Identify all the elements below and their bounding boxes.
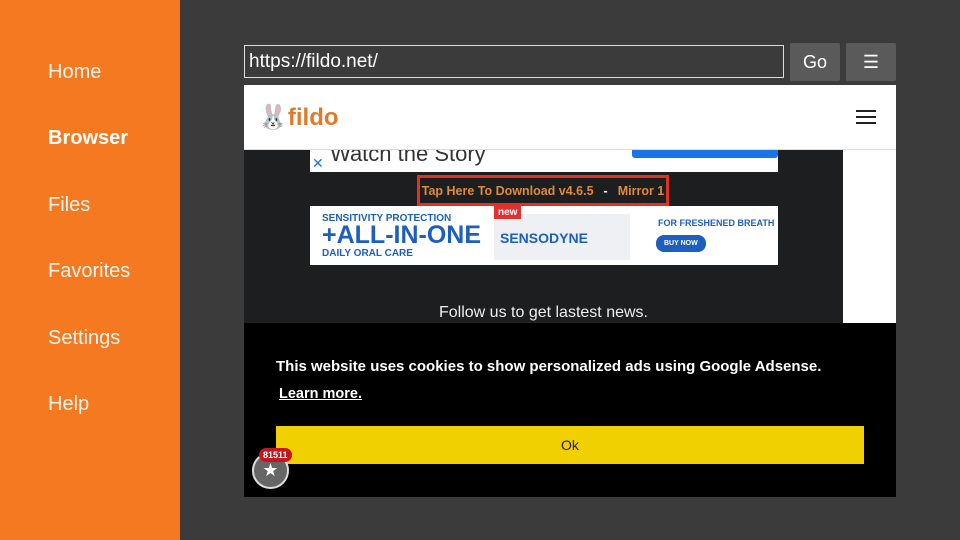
- ad-buy-button[interactable]: BUY NOW: [656, 235, 706, 252]
- logo-text: fildo: [287, 104, 339, 131]
- hamburger-icon[interactable]: [856, 110, 876, 128]
- site-header: 🐰fildo: [244, 85, 896, 150]
- cart-badge: 81511: [259, 448, 292, 462]
- mirror-link[interactable]: Mirror 1: [618, 184, 665, 198]
- sidebar: Home Browser Files Favorites Settings He…: [0, 0, 180, 540]
- ad-banner-top[interactable]: ✕ Watch the Story: [310, 150, 778, 172]
- ad-button[interactable]: [632, 150, 778, 158]
- side-strip: [843, 150, 896, 323]
- learn-more-link[interactable]: Learn more.: [279, 386, 362, 402]
- ad-product: SENSODYNE: [494, 214, 630, 260]
- sidebar-item-files[interactable]: Files: [48, 194, 90, 217]
- download-link[interactable]: Tap Here To Download v4.6.5: [422, 184, 594, 198]
- sidebar-item-help[interactable]: Help: [48, 393, 89, 416]
- url-input[interactable]: https://fildo.net/: [244, 45, 784, 78]
- menu-icon[interactable]: ☰: [846, 43, 896, 81]
- sidebar-item-browser[interactable]: Browser: [48, 127, 128, 150]
- go-button[interactable]: Go: [790, 43, 840, 81]
- separator: -: [603, 183, 608, 198]
- sidebar-item-settings[interactable]: Settings: [48, 327, 120, 350]
- cookie-text: This website uses cookies to show person…: [276, 358, 822, 375]
- ad-text: Watch the Story: [330, 150, 486, 166]
- close-icon[interactable]: ✕: [312, 155, 324, 172]
- download-box: Tap Here To Download v4.6.5 - Mirror 1: [417, 175, 669, 206]
- ad-new-badge: new: [494, 206, 522, 219]
- cookie-banner: This website uses cookies to show person…: [244, 323, 896, 497]
- fildo-logo[interactable]: 🐰fildo: [258, 103, 339, 132]
- web-view: 🐰fildo ✕ Watch the Story Tap Here To Dow…: [244, 85, 896, 497]
- ad-fresh: FOR FRESHENED BREATH: [658, 218, 775, 228]
- ad-line3: DAILY ORAL CARE: [322, 248, 413, 259]
- sidebar-item-favorites[interactable]: Favorites: [48, 260, 130, 283]
- ok-button[interactable]: Ok: [276, 426, 864, 464]
- sidebar-item-home[interactable]: Home: [48, 61, 101, 84]
- ad-line2: +ALL-IN-ONE: [322, 221, 482, 249]
- ad-banner-sensodyne[interactable]: SENSITIVITY PROTECTION +ALL-IN-ONE DAILY…: [310, 206, 778, 265]
- follow-text: Follow us to get lastest news.: [439, 304, 648, 321]
